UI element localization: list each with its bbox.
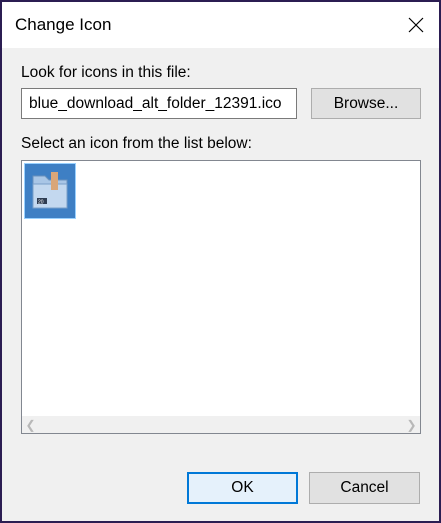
icon-list[interactable]: 20 ❮ ❯ [21, 160, 421, 434]
svg-text:20: 20 [38, 200, 44, 206]
scroll-right-icon[interactable]: ❯ [403, 416, 420, 433]
file-path-input[interactable] [21, 88, 297, 119]
blue-folder-download-icon: 20 [25, 164, 75, 218]
close-button[interactable] [393, 2, 439, 48]
scroll-left-icon[interactable]: ❮ [22, 416, 39, 433]
ok-button[interactable]: OK [187, 472, 298, 504]
dialog-title: Change Icon [15, 15, 112, 34]
cancel-button[interactable]: Cancel [309, 472, 420, 504]
title-bar: Change Icon [2, 2, 439, 48]
icon-list-item[interactable]: 20 [24, 163, 76, 219]
file-label: Look for icons in this file: [21, 64, 191, 81]
horizontal-scrollbar[interactable]: ❮ ❯ [22, 416, 420, 433]
change-icon-dialog: Change Icon Look for icons in this file:… [2, 2, 439, 521]
browse-button[interactable]: Browse... [311, 88, 421, 119]
list-label: Select an icon from the list below: [21, 135, 252, 152]
close-icon [408, 17, 424, 33]
